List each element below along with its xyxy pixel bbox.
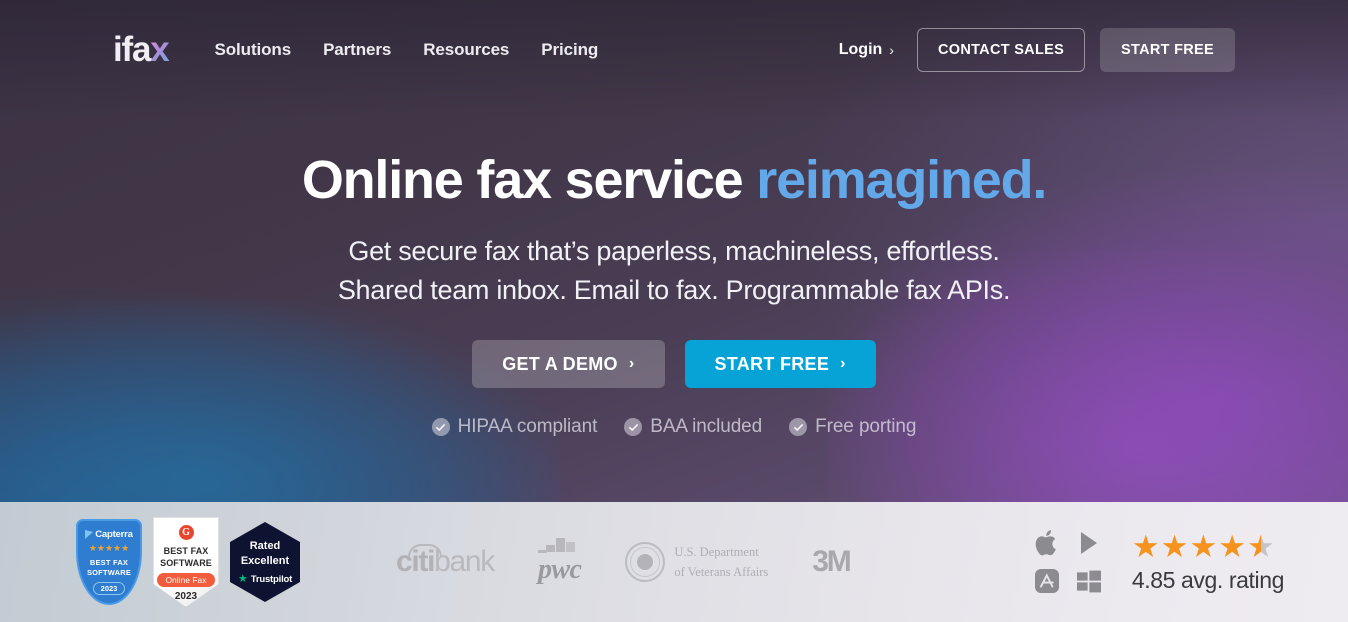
page-title: Online fax service reimagined. (0, 152, 1348, 209)
va-line-1: U.S. Department (674, 545, 759, 560)
star-icon: ★ (1160, 528, 1189, 564)
apple-icon (1034, 528, 1060, 558)
client-logo-citibank: citibank (396, 544, 495, 579)
capterra-brand-label: Capterra (95, 529, 133, 540)
check-circle-icon (624, 418, 643, 437)
nav-item-partners[interactable]: Partners (323, 40, 391, 60)
windows-icon (1076, 569, 1102, 594)
login-link[interactable]: Login › (839, 41, 894, 59)
citibank-arc-icon (408, 544, 442, 557)
capterra-line-2: SOFTWARE (86, 568, 132, 578)
headline-accent: reimagined. (756, 150, 1047, 210)
login-label: Login (838, 41, 883, 58)
g2-line-1: BEST FAX (163, 546, 209, 556)
ifax-logo[interactable]: ifa x (113, 29, 170, 69)
capterra-year: 2023 (92, 582, 126, 596)
app-store-icon (1034, 568, 1060, 594)
hero-feature-list: HIPAA compliant BAA included Free portin… (0, 416, 1348, 438)
trustpilot-brand-label: Trustpilot (250, 574, 293, 586)
trustpilot-line-1: Rated (249, 539, 281, 552)
chevron-right-icon: › (840, 355, 846, 373)
headline-plain: Online fax service (301, 150, 757, 210)
star-icon: ★ (1131, 528, 1160, 564)
star-icon: ★ (1218, 528, 1247, 564)
g2-line-2: SOFTWARE (160, 557, 212, 568)
feature-hipaa-compliant: HIPAA compliant (431, 416, 598, 438)
client-logo-veterans-affairs: U.S. Department of Veterans Affairs (625, 542, 768, 582)
capterra-shield-icon: Capterra ★★★★★ BEST FAX SOFTWARE 2023 (76, 519, 142, 605)
check-circle-icon (431, 418, 450, 437)
nav-item-pricing[interactable]: Pricing (541, 40, 598, 60)
hero-subheading: Get secure fax that’s paperless, machine… (0, 232, 1348, 310)
g2-category-pill: Online Fax (157, 573, 215, 588)
pwc-label: pwc (538, 554, 582, 585)
subhead-line-2: Shared team inbox. Email to fax. Program… (337, 274, 1011, 305)
chevron-right-icon: › (889, 42, 894, 58)
star-rating: ★ ★ ★ ★ ★ (1132, 531, 1275, 562)
pwc-blocks-icon (546, 538, 576, 552)
check-circle-icon (789, 418, 808, 437)
hero-start-free-button[interactable]: START FREE › (684, 340, 876, 389)
g2-logo-icon: G (178, 525, 194, 540)
capterra-line-1: BEST FAX (89, 558, 129, 567)
nav-item-resources[interactable]: Resources (423, 40, 509, 60)
trustpilot-line-2: Excellent (240, 555, 290, 567)
badge-g2: G BEST FAX SOFTWARE Online Fax 2023 (153, 517, 219, 607)
get-a-demo-button[interactable]: GET A DEMO › (472, 340, 665, 389)
client-logo-pwc: pwc (538, 538, 582, 586)
page-root: ifa x Solutions Partners Resources Pricin… (0, 0, 1348, 622)
va-seal-icon (625, 542, 666, 582)
capterra-flag-icon (85, 530, 94, 539)
feature-label: BAA included (650, 416, 763, 438)
feature-label: HIPAA compliant (457, 416, 598, 438)
hero-cta-row: GET A DEMO › START FREE › (0, 340, 1348, 389)
va-text: U.S. Department of Veterans Affairs (674, 542, 768, 581)
star-icon: ★ (1189, 528, 1218, 564)
client-logos: citibank pwc U.S. Department of Veterans… (396, 538, 852, 586)
feature-baa-included: BAA included (624, 416, 762, 438)
contact-sales-button[interactable]: CONTACT SALES (916, 28, 1086, 72)
average-rating-label: 4.85 avg. rating (1131, 566, 1285, 593)
award-badges: Capterra ★★★★★ BEST FAX SOFTWARE 2023 G … (76, 517, 300, 607)
g2-year: 2023 (174, 591, 198, 603)
start-free-label: START FREE (714, 353, 830, 374)
logo-accent-x: x (150, 29, 169, 69)
client-logo-3m: 3M (812, 545, 851, 578)
subhead-line-1: Get secure fax that’s paperless, machine… (348, 235, 1000, 266)
top-navigation: ifa x Solutions Partners Resources Pricin… (0, 0, 1348, 100)
nav-links: Solutions Partners Resources Pricing (215, 40, 599, 60)
trustpilot-star-icon: ★ (237, 573, 248, 586)
trust-bar: Capterra ★★★★★ BEST FAX SOFTWARE 2023 G … (0, 502, 1348, 622)
google-play-icon (1077, 530, 1101, 556)
chevron-right-icon: › (628, 355, 635, 373)
capterra-brand: Capterra (85, 529, 133, 540)
get-a-demo-label: GET A DEMO (502, 353, 618, 374)
platform-icons (1026, 524, 1110, 600)
nav-actions: Login › CONTACT SALES START FREE (839, 28, 1235, 72)
badge-trustpilot: Rated Excellent ★ Trustpilot (230, 522, 300, 602)
app-ratings: ★ ★ ★ ★ ★ 4.85 avg. rating (1026, 524, 1284, 600)
citibank-part-light: bank (434, 545, 495, 578)
va-line-2: of Veterans Affairs (674, 565, 769, 579)
logo-text: ifa (113, 29, 151, 69)
rating-summary: ★ ★ ★ ★ ★ 4.85 avg. rating (1131, 531, 1285, 594)
badge-capterra: Capterra ★★★★★ BEST FAX SOFTWARE 2023 (76, 519, 142, 605)
star-half-icon: ★ (1247, 528, 1275, 564)
nav-start-free-button[interactable]: START FREE (1100, 28, 1235, 72)
feature-label: Free porting (815, 416, 917, 438)
nav-item-solutions[interactable]: Solutions (215, 40, 292, 60)
capterra-stars: ★★★★★ (88, 543, 130, 553)
trustpilot-brand: ★ Trustpilot (237, 573, 293, 586)
feature-free-porting: Free porting (789, 416, 916, 438)
